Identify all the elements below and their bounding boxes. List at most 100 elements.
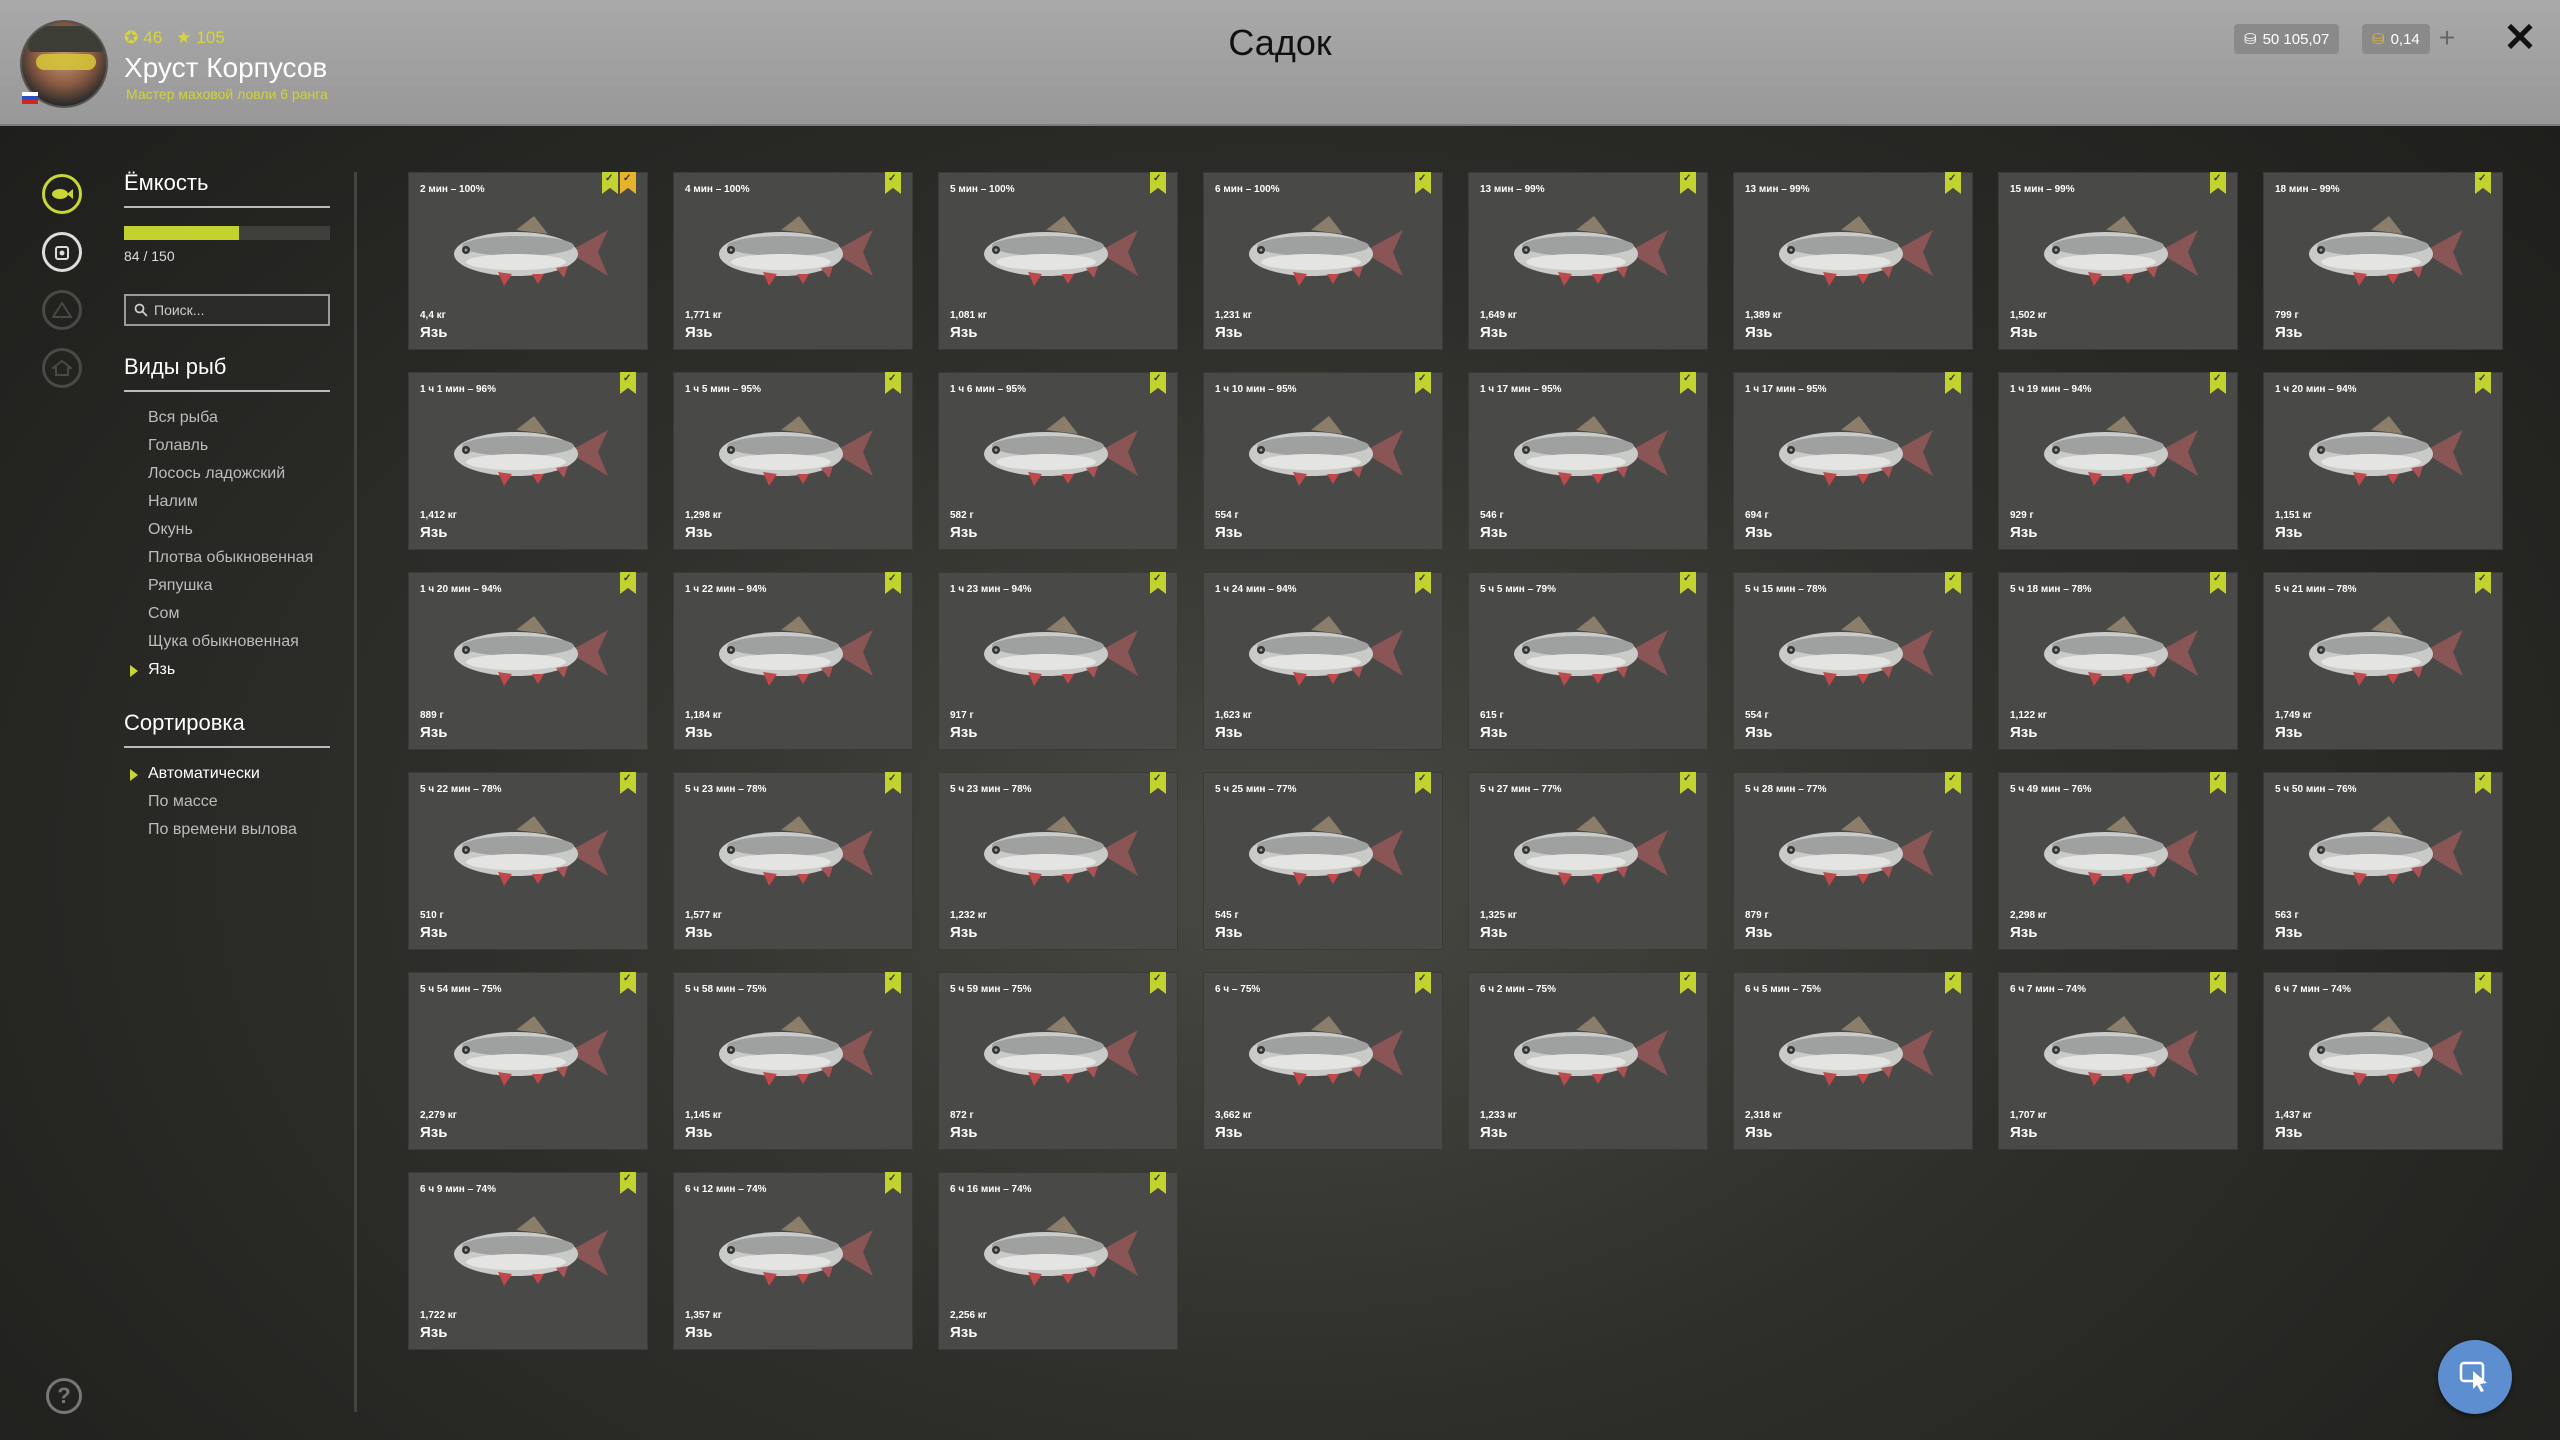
bookmark-icon[interactable] [620,772,636,794]
bookmark-icon[interactable] [2210,972,2226,994]
bookmark-icon[interactable] [1150,772,1166,794]
bait-bucket-icon[interactable] [42,232,82,272]
fish-card[interactable]: 1 ч 20 мин – 94% 1,151 кг Язь [2263,372,2503,550]
bookmark-icon[interactable] [885,972,901,994]
fish-card[interactable]: 5 ч 23 мин – 78% 1,577 кг Язь [673,772,913,950]
bookmark-icon[interactable] [1945,572,1961,594]
species-item[interactable]: Лосось ладожский [124,460,330,488]
bookmark-icon[interactable] [1150,972,1166,994]
fish-card[interactable]: 6 ч 12 мин – 74% 1,357 кг Язь [673,1172,913,1350]
search-box[interactable] [124,294,330,326]
cursor-mode-button[interactable] [2438,1340,2512,1414]
bookmark-icon[interactable] [2475,772,2491,794]
fish-card[interactable]: 5 ч 59 мин – 75% 872 г Язь [938,972,1178,1150]
fish-card[interactable]: 5 ч 58 мин – 75% 1,145 кг Язь [673,972,913,1150]
trophy-bookmark-icon[interactable] [620,172,636,194]
fish-card[interactable]: 13 мин – 99% 1,389 кг Язь [1733,172,1973,350]
sort-option[interactable]: Автоматически [124,760,330,788]
fish-card[interactable]: 5 ч 23 мин – 78% 1,232 кг Язь [938,772,1178,950]
keepnet-fish-icon[interactable] [42,174,82,214]
fish-card[interactable]: 5 ч 54 мин – 75% 2,279 кг Язь [408,972,648,1150]
fish-card[interactable]: 6 мин – 100% 1,231 кг Язь [1203,172,1443,350]
bookmark-icon[interactable] [1150,1172,1166,1194]
bookmark-icon[interactable] [885,1172,901,1194]
species-item[interactable]: Голавль [124,432,330,460]
fish-card[interactable]: 5 ч 5 мин – 79% 615 г Язь [1468,572,1708,750]
help-icon[interactable]: ? [46,1378,82,1414]
bookmark-icon[interactable] [620,972,636,994]
fish-card[interactable]: 1 ч 22 мин – 94% 1,184 кг Язь [673,572,913,750]
fish-card[interactable]: 5 мин – 100% 1,081 кг Язь [938,172,1178,350]
bookmark-icon[interactable] [2475,172,2491,194]
sort-option[interactable]: По времени вылова [124,816,330,844]
fish-card[interactable]: 15 мин – 99% 1,502 кг Язь [1998,172,2238,350]
fish-card[interactable]: 5 ч 21 мин – 78% 1,749 кг Язь [2263,572,2503,750]
bookmark-icon[interactable] [1415,772,1431,794]
species-item[interactable]: Язь [124,656,330,684]
bookmark-icon[interactable] [1680,972,1696,994]
bookmark-icon[interactable] [620,1172,636,1194]
fish-card[interactable]: 5 ч 49 мин – 76% 2,298 кг Язь [1998,772,2238,950]
fish-card[interactable]: 5 ч 28 мин – 77% 879 г Язь [1733,772,1973,950]
species-item[interactable]: Окунь [124,516,330,544]
fish-card[interactable]: 5 ч 50 мин – 76% 563 г Язь [2263,772,2503,950]
home-icon[interactable] [42,348,82,388]
bookmark-icon[interactable] [1150,572,1166,594]
fish-card[interactable]: 6 ч 9 мин – 74% 1,722 кг Язь [408,1172,648,1350]
fish-card[interactable]: 5 ч 18 мин – 78% 1,122 кг Язь [1998,572,2238,750]
fish-card[interactable]: 5 ч 27 мин – 77% 1,325 кг Язь [1468,772,1708,950]
bookmark-icon[interactable] [1680,172,1696,194]
fish-card[interactable]: 1 ч 19 мин – 94% 929 г Язь [1998,372,2238,550]
bookmark-icon[interactable] [2210,772,2226,794]
species-item[interactable]: Плотва обыкновенная [124,544,330,572]
fish-card[interactable]: 5 ч 15 мин – 78% 554 г Язь [1733,572,1973,750]
bookmark-icon[interactable] [1415,972,1431,994]
bookmark-icon[interactable] [1415,372,1431,394]
camp-tent-icon[interactable] [42,290,82,330]
add-currency-button[interactable]: + [2432,24,2462,54]
fish-card[interactable]: 1 ч 23 мин – 94% 917 г Язь [938,572,1178,750]
bookmark-icon[interactable] [620,572,636,594]
fish-card[interactable]: 1 ч 24 мин – 94% 1,623 кг Язь [1203,572,1443,750]
fish-card[interactable]: 1 ч 17 мин – 95% 694 г Язь [1733,372,1973,550]
fish-card[interactable]: 6 ч 16 мин – 74% 2,256 кг Язь [938,1172,1178,1350]
species-item[interactable]: Налим [124,488,330,516]
fish-card[interactable]: 2 мин – 100% 4,4 кг Язь [408,172,648,350]
fish-card[interactable]: 1 ч 5 мин – 95% 1,298 кг Язь [673,372,913,550]
search-input[interactable] [154,302,314,318]
fish-card[interactable]: 5 ч 22 мин – 78% 510 г Язь [408,772,648,950]
fish-card[interactable]: 1 ч 10 мин – 95% 554 г Язь [1203,372,1443,550]
fish-card[interactable]: 1 ч 6 мин – 95% 582 г Язь [938,372,1178,550]
bookmark-icon[interactable] [2210,372,2226,394]
fish-card[interactable]: 6 ч 5 мин – 75% 2,318 кг Язь [1733,972,1973,1150]
bookmark-icon[interactable] [1680,772,1696,794]
fish-card[interactable]: 18 мин – 99% 799 г Язь [2263,172,2503,350]
fish-card[interactable]: 6 ч 7 мин – 74% 1,707 кг Язь [1998,972,2238,1150]
fish-card[interactable]: 13 мин – 99% 1,649 кг Язь [1468,172,1708,350]
bookmark-icon[interactable] [602,172,618,194]
bookmark-icon[interactable] [1680,372,1696,394]
sort-option[interactable]: По массе [124,788,330,816]
bookmark-icon[interactable] [885,772,901,794]
species-item[interactable]: Ряпушка [124,572,330,600]
bookmark-icon[interactable] [2475,372,2491,394]
bookmark-icon[interactable] [1945,972,1961,994]
bookmark-icon[interactable] [2475,972,2491,994]
fish-card[interactable]: 1 ч 20 мин – 94% 889 г Язь [408,572,648,750]
species-item[interactable]: Вся рыба [124,404,330,432]
bookmark-icon[interactable] [2210,572,2226,594]
bookmark-icon[interactable] [1150,172,1166,194]
bookmark-icon[interactable] [1945,372,1961,394]
species-item[interactable]: Щука обыкновенная [124,628,330,656]
fish-card[interactable]: 6 ч 2 мин – 75% 1,233 кг Язь [1468,972,1708,1150]
close-icon[interactable]: ✕ [2502,18,2538,58]
fish-card[interactable]: 4 мин – 100% 1,771 кг Язь [673,172,913,350]
bookmark-icon[interactable] [620,372,636,394]
bookmark-icon[interactable] [1945,172,1961,194]
fish-card[interactable]: 5 ч 25 мин – 77% 545 г Язь [1203,772,1443,950]
fish-card[interactable]: 6 ч – 75% 3,662 кг Язь [1203,972,1443,1150]
fish-card[interactable]: 1 ч 1 мин – 96% 1,412 кг Язь [408,372,648,550]
bookmark-icon[interactable] [1945,772,1961,794]
bookmark-icon[interactable] [885,172,901,194]
bookmark-icon[interactable] [1680,572,1696,594]
